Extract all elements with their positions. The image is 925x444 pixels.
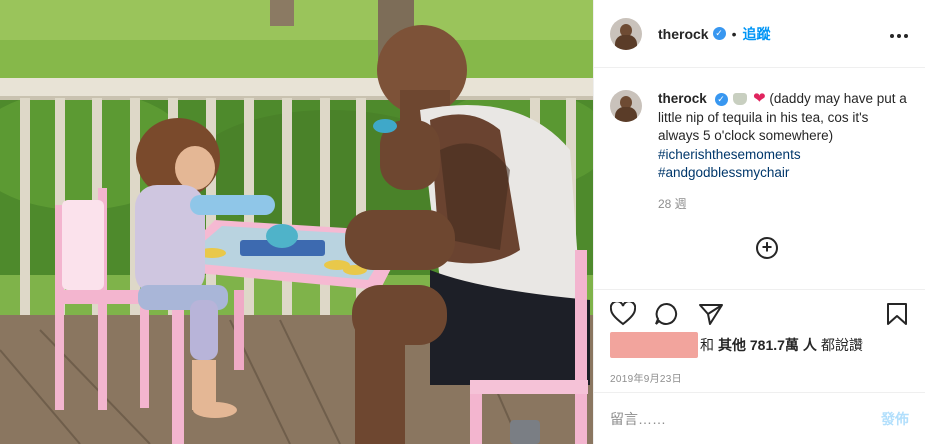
more-icon[interactable] xyxy=(889,23,909,44)
post-date: 2019年9月23日 xyxy=(610,374,682,385)
caption-verified-badge-icon: ✓ xyxy=(714,92,728,106)
caption-avatar[interactable] xyxy=(610,90,642,122)
comment-input[interactable]: 留言…… xyxy=(610,409,666,429)
follow-button[interactable]: 追蹤 xyxy=(742,24,770,44)
separator-dot: • xyxy=(731,25,737,42)
likes-suffix: 都說讚 xyxy=(820,337,863,353)
plus-circle-icon[interactable]: + xyxy=(756,237,778,259)
share-icon[interactable] xyxy=(698,302,724,331)
verified-badge-icon: ✓ xyxy=(712,27,726,40)
likes-count[interactable]: 其他 781.7萬 人 xyxy=(718,335,817,355)
heart-emoji-icon: ❤ xyxy=(753,90,766,108)
header-username[interactable]: therock xyxy=(658,26,709,42)
caption-username[interactable]: therock xyxy=(658,91,707,106)
caption: therock ✓ ❤ (daddy may have put a little… xyxy=(594,68,925,213)
post-header: therock ✓ • 追蹤 xyxy=(594,0,925,68)
avatar[interactable] xyxy=(610,17,642,50)
caption-body: therock ✓ ❤ (daddy may have put a little… xyxy=(658,90,908,213)
heart-icon[interactable] xyxy=(609,300,637,331)
likes-summary: 和 其他 781.7萬 人 都說讚 xyxy=(610,332,863,358)
post-photo[interactable] xyxy=(0,0,593,444)
caption-time: 28 週 xyxy=(658,196,687,211)
hashtag-link[interactable]: #andgodblessmychair xyxy=(658,164,908,183)
comment-box: 留言…… 發佈 xyxy=(594,392,925,444)
comment-icon[interactable] xyxy=(654,302,680,331)
bookmark-icon[interactable] xyxy=(886,302,908,331)
teacup-emoji-icon xyxy=(733,93,748,106)
post-comment-button[interactable]: 發佈 xyxy=(881,409,909,429)
photo-illustration xyxy=(0,0,593,444)
likes-prefix: 和 xyxy=(700,337,714,353)
instagram-post-view: therock ✓ • 追蹤 therock ✓ ❤ (daddy may ha… xyxy=(0,0,925,444)
post-side-panel: therock ✓ • 追蹤 therock ✓ ❤ (daddy may ha… xyxy=(593,0,925,444)
hashtag-link[interactable]: #icherishthesemoments xyxy=(658,146,908,165)
redacted-username xyxy=(610,332,698,358)
